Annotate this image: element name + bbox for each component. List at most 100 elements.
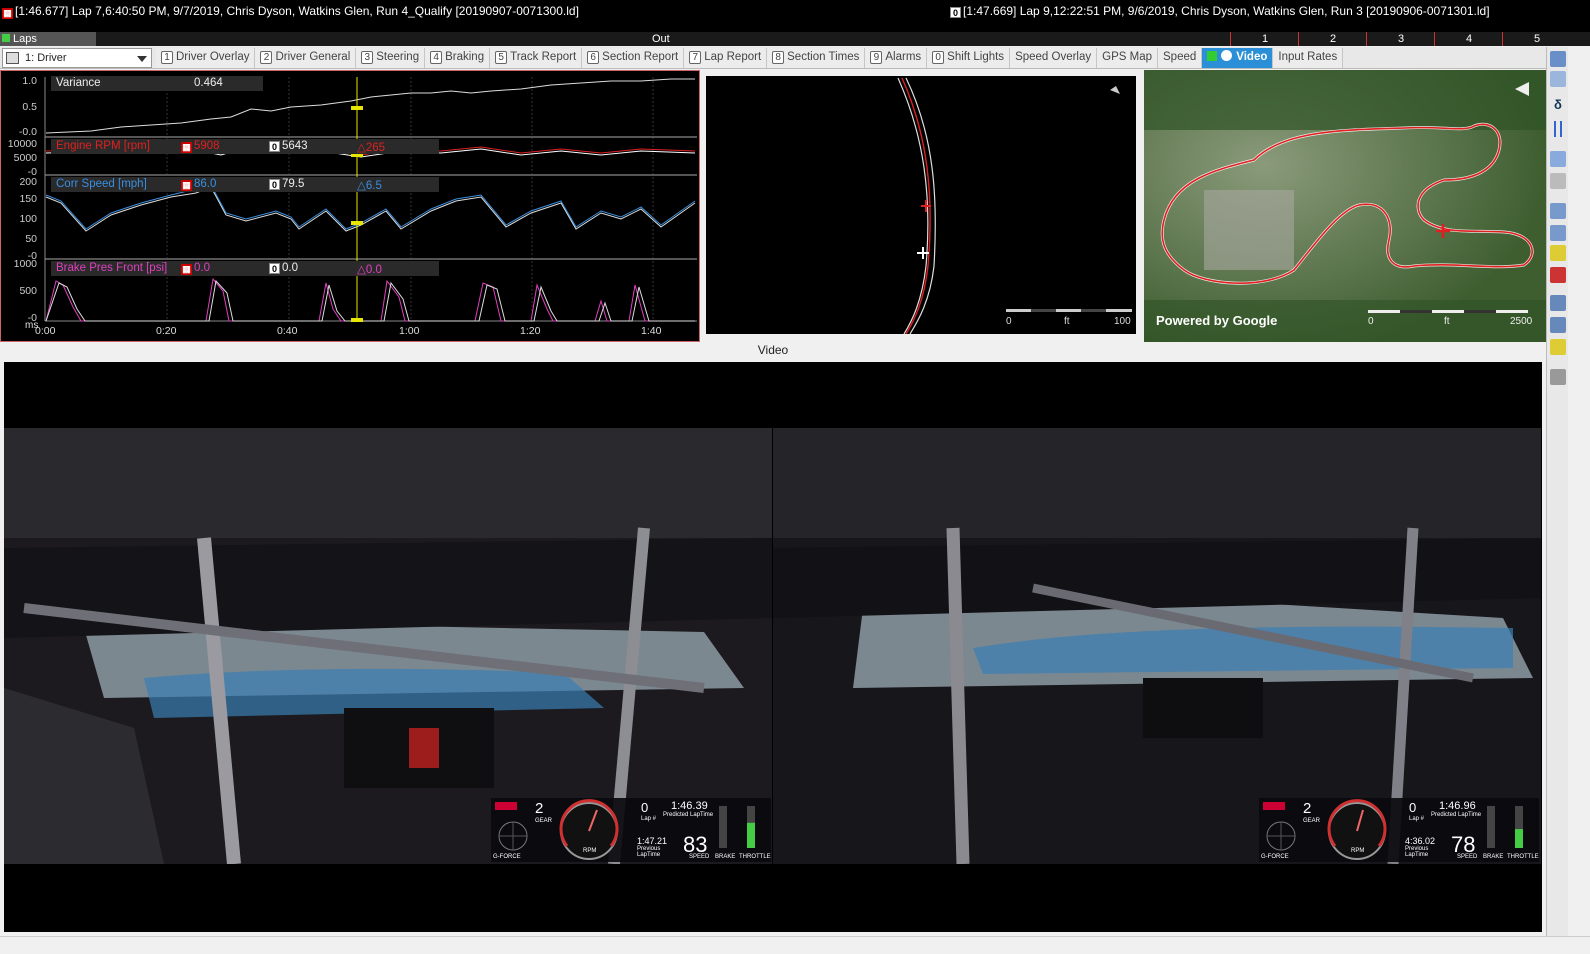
laps-label-text: Laps (13, 33, 37, 45)
shortcut-key-icon: 6 (587, 51, 600, 64)
zoom-x-in-icon[interactable] (1550, 295, 1566, 311)
brake-reference-text: 0.0 (194, 262, 210, 274)
tab-steering[interactable]: 3 Steering (356, 48, 426, 68)
shortcut-key-icon: 3 (361, 51, 374, 64)
hud-gauges (1266, 799, 1523, 860)
lap-count-label: Lap # (641, 816, 657, 822)
map-scale-segment (1400, 310, 1432, 313)
north-arrow-icon (1110, 86, 1120, 94)
track-detail-svg (897, 77, 1132, 335)
time-chart-svg (44, 77, 697, 322)
compare-lap-info[interactable]: 0 [1:47.669] Lap 9,12:22:51 PM, 9/6/2019,… (950, 4, 1490, 18)
properties-icon[interactable] (1550, 51, 1566, 67)
chevron-down-icon[interactable] (137, 56, 147, 62)
predicted-laptime: 1:46.39 (671, 800, 708, 812)
tab-label: Driver General (275, 51, 351, 63)
tab-section-report[interactable]: 6 Section Report (582, 48, 685, 68)
brake-trace-reference (45, 277, 695, 322)
throttle-label: THROTTLE (1507, 854, 1539, 860)
zoom-in-icon[interactable] (1550, 203, 1566, 219)
lap-4[interactable]: 4 (1466, 32, 1472, 46)
variance-channel-name[interactable]: Variance (56, 77, 101, 89)
predicted-laptime-label: Predicted LapTime (1431, 812, 1482, 818)
predicted-laptime: 1:46.96 (1439, 800, 1476, 812)
map-scale-bar (1368, 310, 1528, 313)
tab-video[interactable]: Video (1202, 48, 1274, 68)
lap-5[interactable]: 5 (1534, 32, 1540, 46)
laps-indicator-icon (2, 34, 10, 42)
tab-label: Steering (376, 51, 420, 63)
throttle-fill (747, 822, 755, 848)
speed-compare-value: 0 79.5 (269, 178, 304, 190)
delta-icon[interactable]: δ (1550, 97, 1566, 113)
tab-speed-overlay[interactable]: Speed Overlay (1010, 48, 1098, 68)
tab-driver-overlay[interactable]: 1 Driver Overlay (156, 48, 256, 68)
rpm-label: RPM (1351, 848, 1365, 854)
tab-driver-general[interactable]: 2 Driver General (255, 48, 357, 68)
zoom-select-icon[interactable] (1550, 151, 1566, 167)
cursor-icon[interactable] (1550, 121, 1566, 137)
tab-shift-lights[interactable]: 0 Shift Lights (927, 48, 1011, 68)
rpm-channel-name[interactable]: Engine RPM [rpm] (56, 140, 150, 152)
gear-label: GEAR (1303, 818, 1321, 824)
compare-lap-icon: 0 (950, 7, 961, 18)
scale-min: 0 (1006, 316, 1012, 327)
compare-lap-icon: 0 (269, 263, 280, 274)
ruler-icon[interactable] (1550, 173, 1566, 189)
lap-count-label: Lap # (1409, 816, 1425, 822)
laps-label[interactable]: Laps (0, 32, 96, 46)
tab-input-rates[interactable]: Input Rates (1273, 48, 1344, 68)
zoom-x-out-icon[interactable] (1550, 317, 1566, 333)
laps-timeline[interactable]: Laps Out 1 2 3 4 5 (0, 32, 1590, 46)
workbook-icon (6, 52, 19, 64)
zoom-out-icon[interactable] (1550, 225, 1566, 241)
gear-label: GEAR (535, 818, 553, 824)
map-scale-segment (1464, 310, 1496, 313)
track-detail-panel[interactable]: 0 ft 100 (706, 76, 1136, 335)
tab-gps-map[interactable]: GPS Map (1097, 48, 1158, 68)
time-chart-panel[interactable]: 1.0 0.5 -0.0 10000 5000 -0 200 150 100 5… (0, 70, 700, 342)
workbook-select[interactable]: 1: Driver (2, 48, 152, 68)
tab-track-report[interactable]: 5 Track Report (490, 48, 583, 68)
tab-label: Shift Lights (947, 51, 1005, 63)
gps-map-panel[interactable]: Powered by Google 0 ft 2500 (1144, 70, 1546, 342)
shortcut-key-icon: 7 (689, 51, 702, 64)
zoom-reset-icon[interactable] (1550, 267, 1566, 283)
lap-3[interactable]: 3 (1398, 32, 1404, 46)
cursor-marker-variance (351, 106, 363, 110)
rpm-reference-value: ▦ 5908 (181, 140, 220, 153)
video-panel[interactable]: 2 GEAR G-FORCE RPM 0 Lap # 1:46.39 Predi… (4, 362, 1542, 932)
out-lap-label[interactable]: Out (652, 32, 670, 46)
tab-label: Speed Overlay (1015, 51, 1092, 63)
reference-lap-info[interactable]: ▦ [1:46.677] Lap 7,6:40:50 PM, 9/7/2019, … (2, 4, 579, 19)
active-indicator-icon (1207, 51, 1218, 61)
reference-telemetry-overlay: 2 GEAR G-FORCE RPM 0 Lap # 1:46.39 Predi… (491, 798, 771, 862)
tab-speed[interactable]: Speed (1158, 48, 1203, 68)
brake-channel-name[interactable]: Brake Pres Front [psi] (56, 262, 167, 274)
speed-label: SPEED (1457, 854, 1478, 860)
previous-laptime: 4:36.02 (1405, 836, 1436, 846)
settings-icon[interactable] (1550, 369, 1566, 385)
brake-delta-text: 0.0 (365, 264, 382, 276)
tab-braking[interactable]: 4 Braking (425, 48, 491, 68)
lap-1[interactable]: 1 (1262, 32, 1268, 46)
tab-lap-report[interactable]: 7 Lap Report (684, 48, 768, 68)
delta-icon: △ (357, 264, 366, 276)
x-tick: 1:00 (399, 325, 420, 337)
rpm-compare-value: 0 5643 (269, 140, 308, 152)
brake-label: BRAKE (1483, 854, 1504, 860)
zoom-fit-icon[interactable] (1550, 245, 1566, 261)
speed-channel-name[interactable]: Corr Speed [mph] (56, 178, 147, 190)
lap-2[interactable]: 2 (1330, 32, 1336, 46)
zoom-x-fit-icon[interactable] (1550, 339, 1566, 355)
rpm-delta-value: △265 (357, 140, 385, 154)
video-pane-title: Video (0, 342, 1546, 360)
tick-variance-top: 1.0 (22, 75, 37, 87)
rpm-label: RPM (583, 848, 597, 854)
tab-section-times[interactable]: 8 Section Times (767, 48, 866, 68)
window-icon[interactable] (1550, 71, 1566, 87)
compare-lap-icon: 0 (269, 141, 280, 152)
paddock-area (1204, 190, 1294, 270)
tab-alarms[interactable]: 9 Alarms (865, 48, 928, 68)
tab-label: Section Times (787, 51, 860, 63)
